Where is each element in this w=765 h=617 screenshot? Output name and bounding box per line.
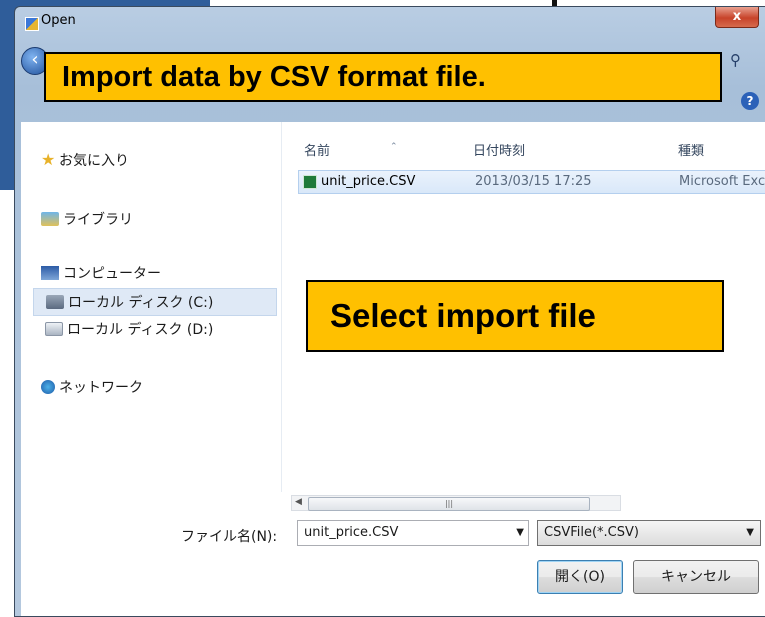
titlebar: Open x [15, 7, 765, 37]
excel-file-icon [303, 175, 317, 189]
window-title: Open [41, 13, 76, 28]
filename-label: ファイル名(N): [181, 529, 278, 545]
nav-item-drive-c[interactable]: ローカル ディスク (C:) [33, 288, 277, 316]
import-note-callout: Import data by CSV format file. [44, 52, 722, 102]
app-icon [25, 17, 39, 31]
star-icon: ★ [41, 150, 56, 169]
file-date: 2013/03/15 17:25 [475, 174, 592, 189]
filetype-select[interactable]: CSVFile(*.CSV) ▼ [537, 520, 761, 546]
nav-item-computer[interactable]: コンピューター [41, 260, 271, 288]
nav-item-label: ローカル ディスク (C:) [68, 295, 214, 311]
nav-item-label: コンピューター [63, 266, 161, 282]
search-icon[interactable]: ⚲ [730, 51, 741, 69]
computer-icon [41, 266, 59, 280]
nav-item-label: ライブラリ [63, 212, 133, 228]
nav-item-label: ローカル ディスク (D:) [67, 322, 214, 338]
drive-icon [46, 295, 64, 309]
horizontal-scrollbar[interactable]: ◀ ||| [291, 495, 621, 511]
filename-input[interactable]: unit_price.CSV ▼ [297, 520, 529, 546]
navigation-pane: ★ お気に入り ライブラリ コンピューター ローカル ディスク (C:) ローカル… [21, 122, 281, 492]
close-button[interactable]: x [715, 7, 759, 28]
drive-icon [45, 322, 63, 336]
column-header-date[interactable]: 日付時刻 [473, 140, 525, 159]
filetype-value: CSVFile(*.CSV) [544, 525, 639, 540]
open-button[interactable]: 開く(O) [537, 560, 623, 594]
scrollbar-thumb[interactable]: ||| [308, 497, 590, 511]
chevron-down-icon[interactable]: ▼ [516, 521, 524, 545]
help-icon[interactable]: ? [741, 92, 759, 110]
scroll-left-icon[interactable]: ◀ [295, 497, 302, 507]
sort-arrow-icon: ⌃ [390, 142, 398, 152]
nav-item-drive-d[interactable]: ローカル ディスク (D:) [45, 316, 275, 344]
file-name: unit_price.CSV [321, 174, 416, 189]
select-note-callout: Select import file [306, 280, 724, 352]
nav-item-network[interactable]: ネットワーク [41, 374, 271, 402]
library-icon [41, 212, 59, 226]
nav-item-libraries[interactable]: ライブラリ [41, 206, 271, 234]
column-header-type[interactable]: 種類 [678, 140, 704, 159]
chevron-down-icon: ▼ [746, 527, 754, 538]
network-icon [41, 380, 55, 394]
pane-divider[interactable] [281, 122, 282, 492]
nav-item-favorites[interactable]: ★ お気に入り [41, 146, 271, 174]
file-row[interactable]: unit_price.CSV 2013/03/15 17:25 Microsof… [298, 170, 765, 194]
nav-item-label: お気に入り [59, 153, 129, 169]
file-type: Microsoft Exc [679, 174, 765, 189]
dialog-footer: ファイル名(N): unit_price.CSV ▼ CSVFile(*.CSV… [21, 512, 765, 616]
back-arrow-icon: ‹ [31, 49, 39, 70]
column-header-name[interactable]: 名前 ⌃ [304, 140, 398, 159]
cancel-button[interactable]: キャンセル [633, 560, 759, 594]
filename-value: unit_price.CSV [304, 525, 399, 540]
nav-item-label: ネットワーク [59, 380, 143, 396]
